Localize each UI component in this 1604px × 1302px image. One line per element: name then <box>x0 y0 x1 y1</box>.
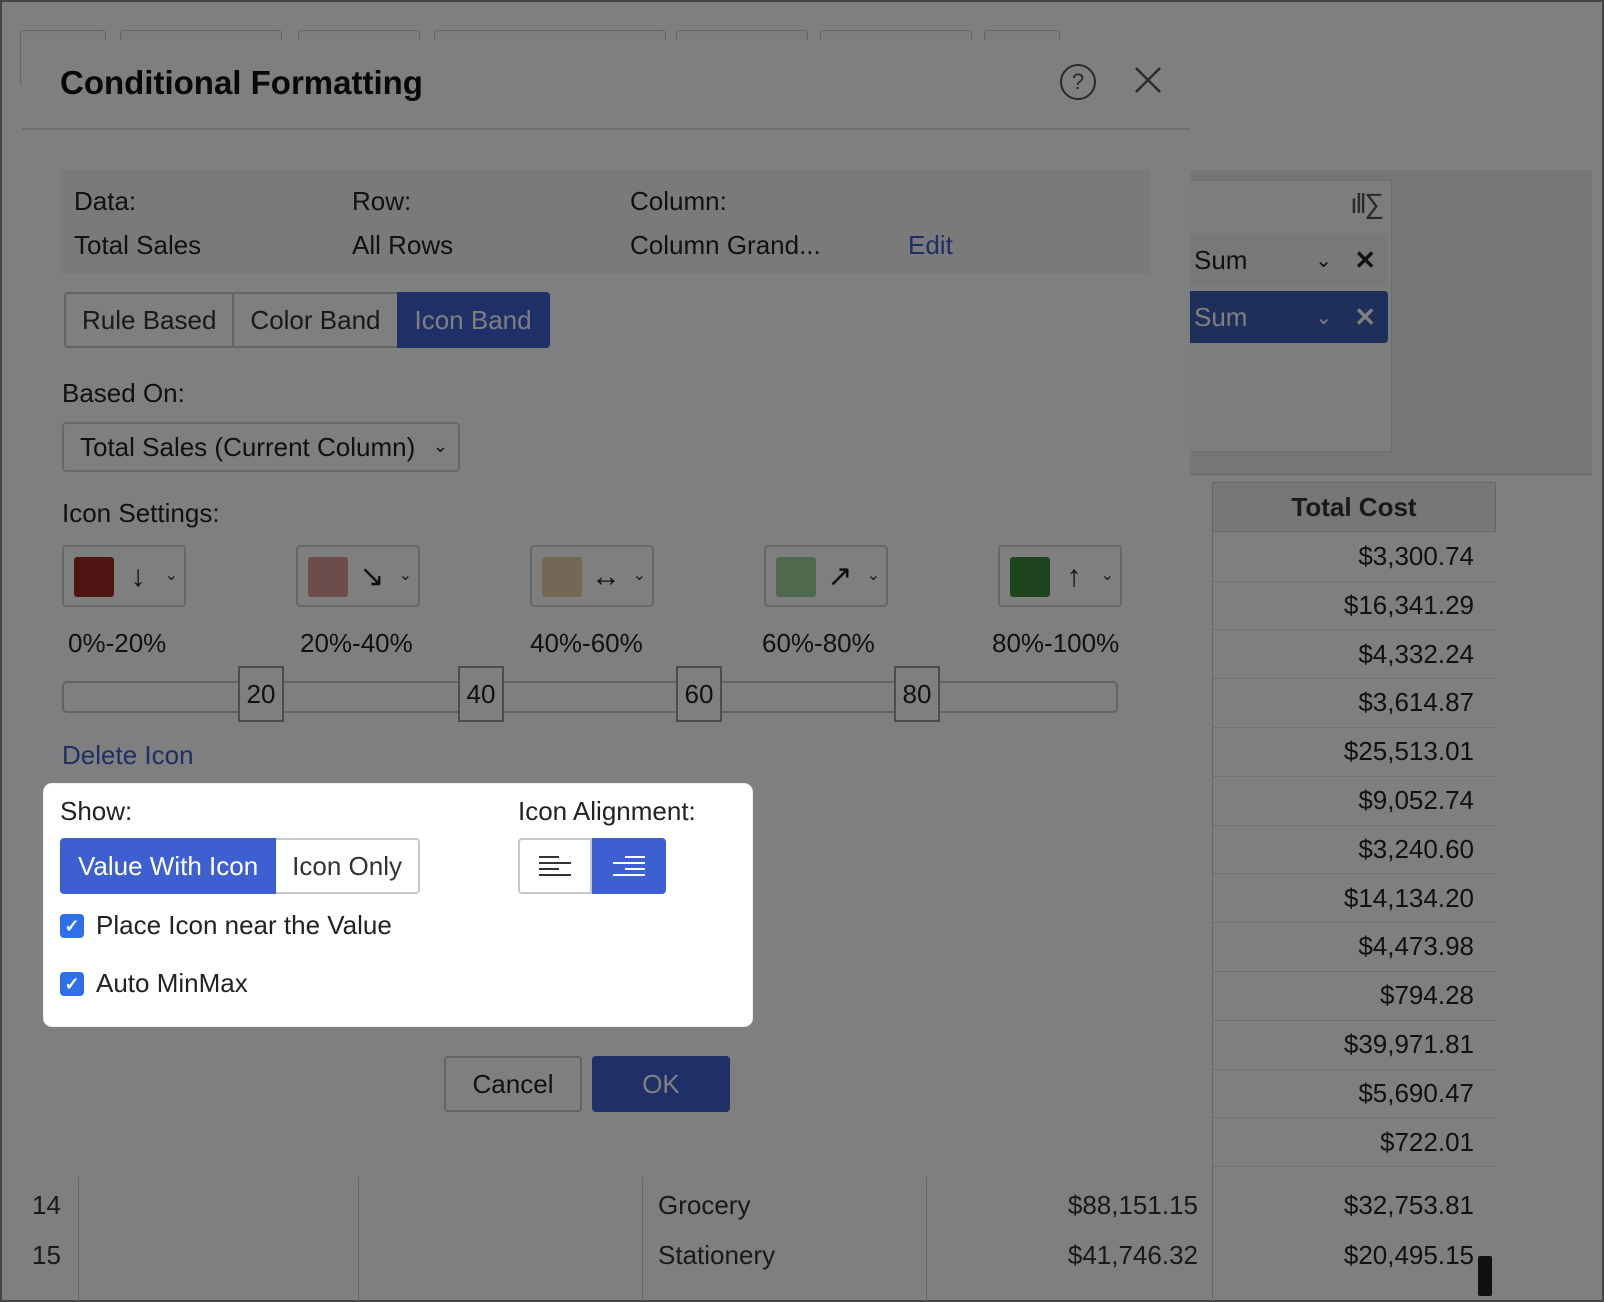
checkbox-label: Auto MinMax <box>96 968 248 998</box>
value-with-icon-button[interactable]: Value With Icon <box>60 838 277 894</box>
icon-picker-4[interactable]: ↗ ⌄ <box>764 545 888 607</box>
slider-handle[interactable]: 20 <box>238 666 284 722</box>
range-label: 40%-60% <box>530 628 643 658</box>
icon-picker-2[interactable]: ↘ ⌄ <box>296 545 420 607</box>
chevron-down-icon: ⌄ <box>398 567 412 584</box>
arrow-down-icon: ↓ <box>130 560 146 593</box>
dialog-header: Conditional Formatting ? <box>22 40 1190 130</box>
column-label: Column: <box>630 186 727 216</box>
icon-only-button[interactable]: Icon Only <box>276 838 420 894</box>
edit-link[interactable]: Edit <box>908 230 953 261</box>
range-label: 0%-20% <box>68 628 167 658</box>
icon-settings-label: Icon Settings: <box>62 498 220 528</box>
icon-picker-3[interactable]: ↔ ⌄ <box>530 545 654 607</box>
slider-handle[interactable]: 80 <box>894 666 940 722</box>
help-icon[interactable]: ? <box>1060 64 1096 100</box>
align-right-icon <box>613 856 645 876</box>
chevron-down-icon: ⌄ <box>632 567 646 584</box>
show-label: Show: <box>60 796 133 826</box>
based-on-label: Based On: <box>62 378 185 408</box>
auto-minmax-checkbox[interactable]: ✓ Auto MinMax <box>60 968 248 999</box>
cancel-button[interactable]: Cancel <box>444 1056 582 1112</box>
data-label: Data: <box>74 186 137 216</box>
range-label: 20%-40% <box>300 628 413 658</box>
icon-alignment-toggle <box>518 838 666 894</box>
align-left-button[interactable] <box>518 838 592 894</box>
color-swatch <box>74 557 114 597</box>
based-on-select[interactable]: Total Sales (Current Column) ⌄ <box>62 422 460 472</box>
tab-rule-based[interactable]: Rule Based <box>64 292 235 348</box>
chevron-down-icon: ⌄ <box>432 436 448 456</box>
checkbox-label: Place Icon near the Value <box>96 910 392 940</box>
checkmark-icon[interactable]: ✓ <box>60 913 84 938</box>
arrow-up-icon: ↑ <box>1066 560 1082 593</box>
conditional-formatting-dialog: Conditional Formatting ? Data: Total Sal… <box>22 40 1190 1177</box>
color-swatch <box>1010 557 1050 597</box>
formatting-type-tabs: Rule Based Color Band Icon Band <box>64 292 550 348</box>
delete-icon-link[interactable]: Delete Icon <box>62 740 194 771</box>
align-right-button[interactable] <box>592 838 666 894</box>
chevron-down-icon: ⌄ <box>866 567 880 584</box>
slider-handle[interactable]: 60 <box>676 666 722 722</box>
place-icon-near-value-checkbox[interactable]: ✓ Place Icon near the Value <box>60 910 392 941</box>
close-icon[interactable] <box>1128 60 1168 100</box>
show-options-panel: Show: Value With Icon Icon Only Icon Ali… <box>44 784 752 1026</box>
show-toggle: Value With Icon Icon Only <box>60 838 420 894</box>
ok-button[interactable]: OK <box>592 1056 730 1112</box>
chevron-down-icon: ⌄ <box>164 567 178 584</box>
column-value: Column Grand... <box>630 230 821 260</box>
dialog-title: Conditional Formatting <box>60 64 423 101</box>
range-slider-track[interactable] <box>62 681 1118 713</box>
icon-picker-1[interactable]: ↓ ⌄ <box>62 545 186 607</box>
arrow-down-right-icon: ↘ <box>359 560 385 593</box>
slider-handle[interactable]: 40 <box>458 666 504 722</box>
icon-alignment-label: Icon Alignment: <box>518 796 696 826</box>
range-label: 60%-80% <box>762 628 875 658</box>
data-value: Total Sales <box>74 230 202 260</box>
tab-color-band[interactable]: Color Band <box>232 292 399 348</box>
chevron-down-icon: ⌄ <box>1100 567 1114 584</box>
color-swatch <box>542 557 582 597</box>
tab-icon-band[interactable]: Icon Band <box>396 292 550 348</box>
align-left-icon <box>539 856 571 876</box>
color-swatch <box>776 557 816 597</box>
arrow-up-right-icon: ↗ <box>827 560 853 593</box>
color-swatch <box>308 557 348 597</box>
row-label: Row: <box>352 186 412 216</box>
arrow-left-right-icon: ↔ <box>591 560 621 593</box>
range-label: 80%-100% <box>992 628 1120 658</box>
selection-info: Data: Total Sales Row: All Rows Column: … <box>60 170 1150 274</box>
based-on-value: Total Sales (Current Column) <box>80 431 416 462</box>
row-value: All Rows <box>352 230 454 260</box>
checkmark-icon[interactable]: ✓ <box>60 971 84 996</box>
icon-picker-5[interactable]: ↑ ⌄ <box>998 545 1122 607</box>
